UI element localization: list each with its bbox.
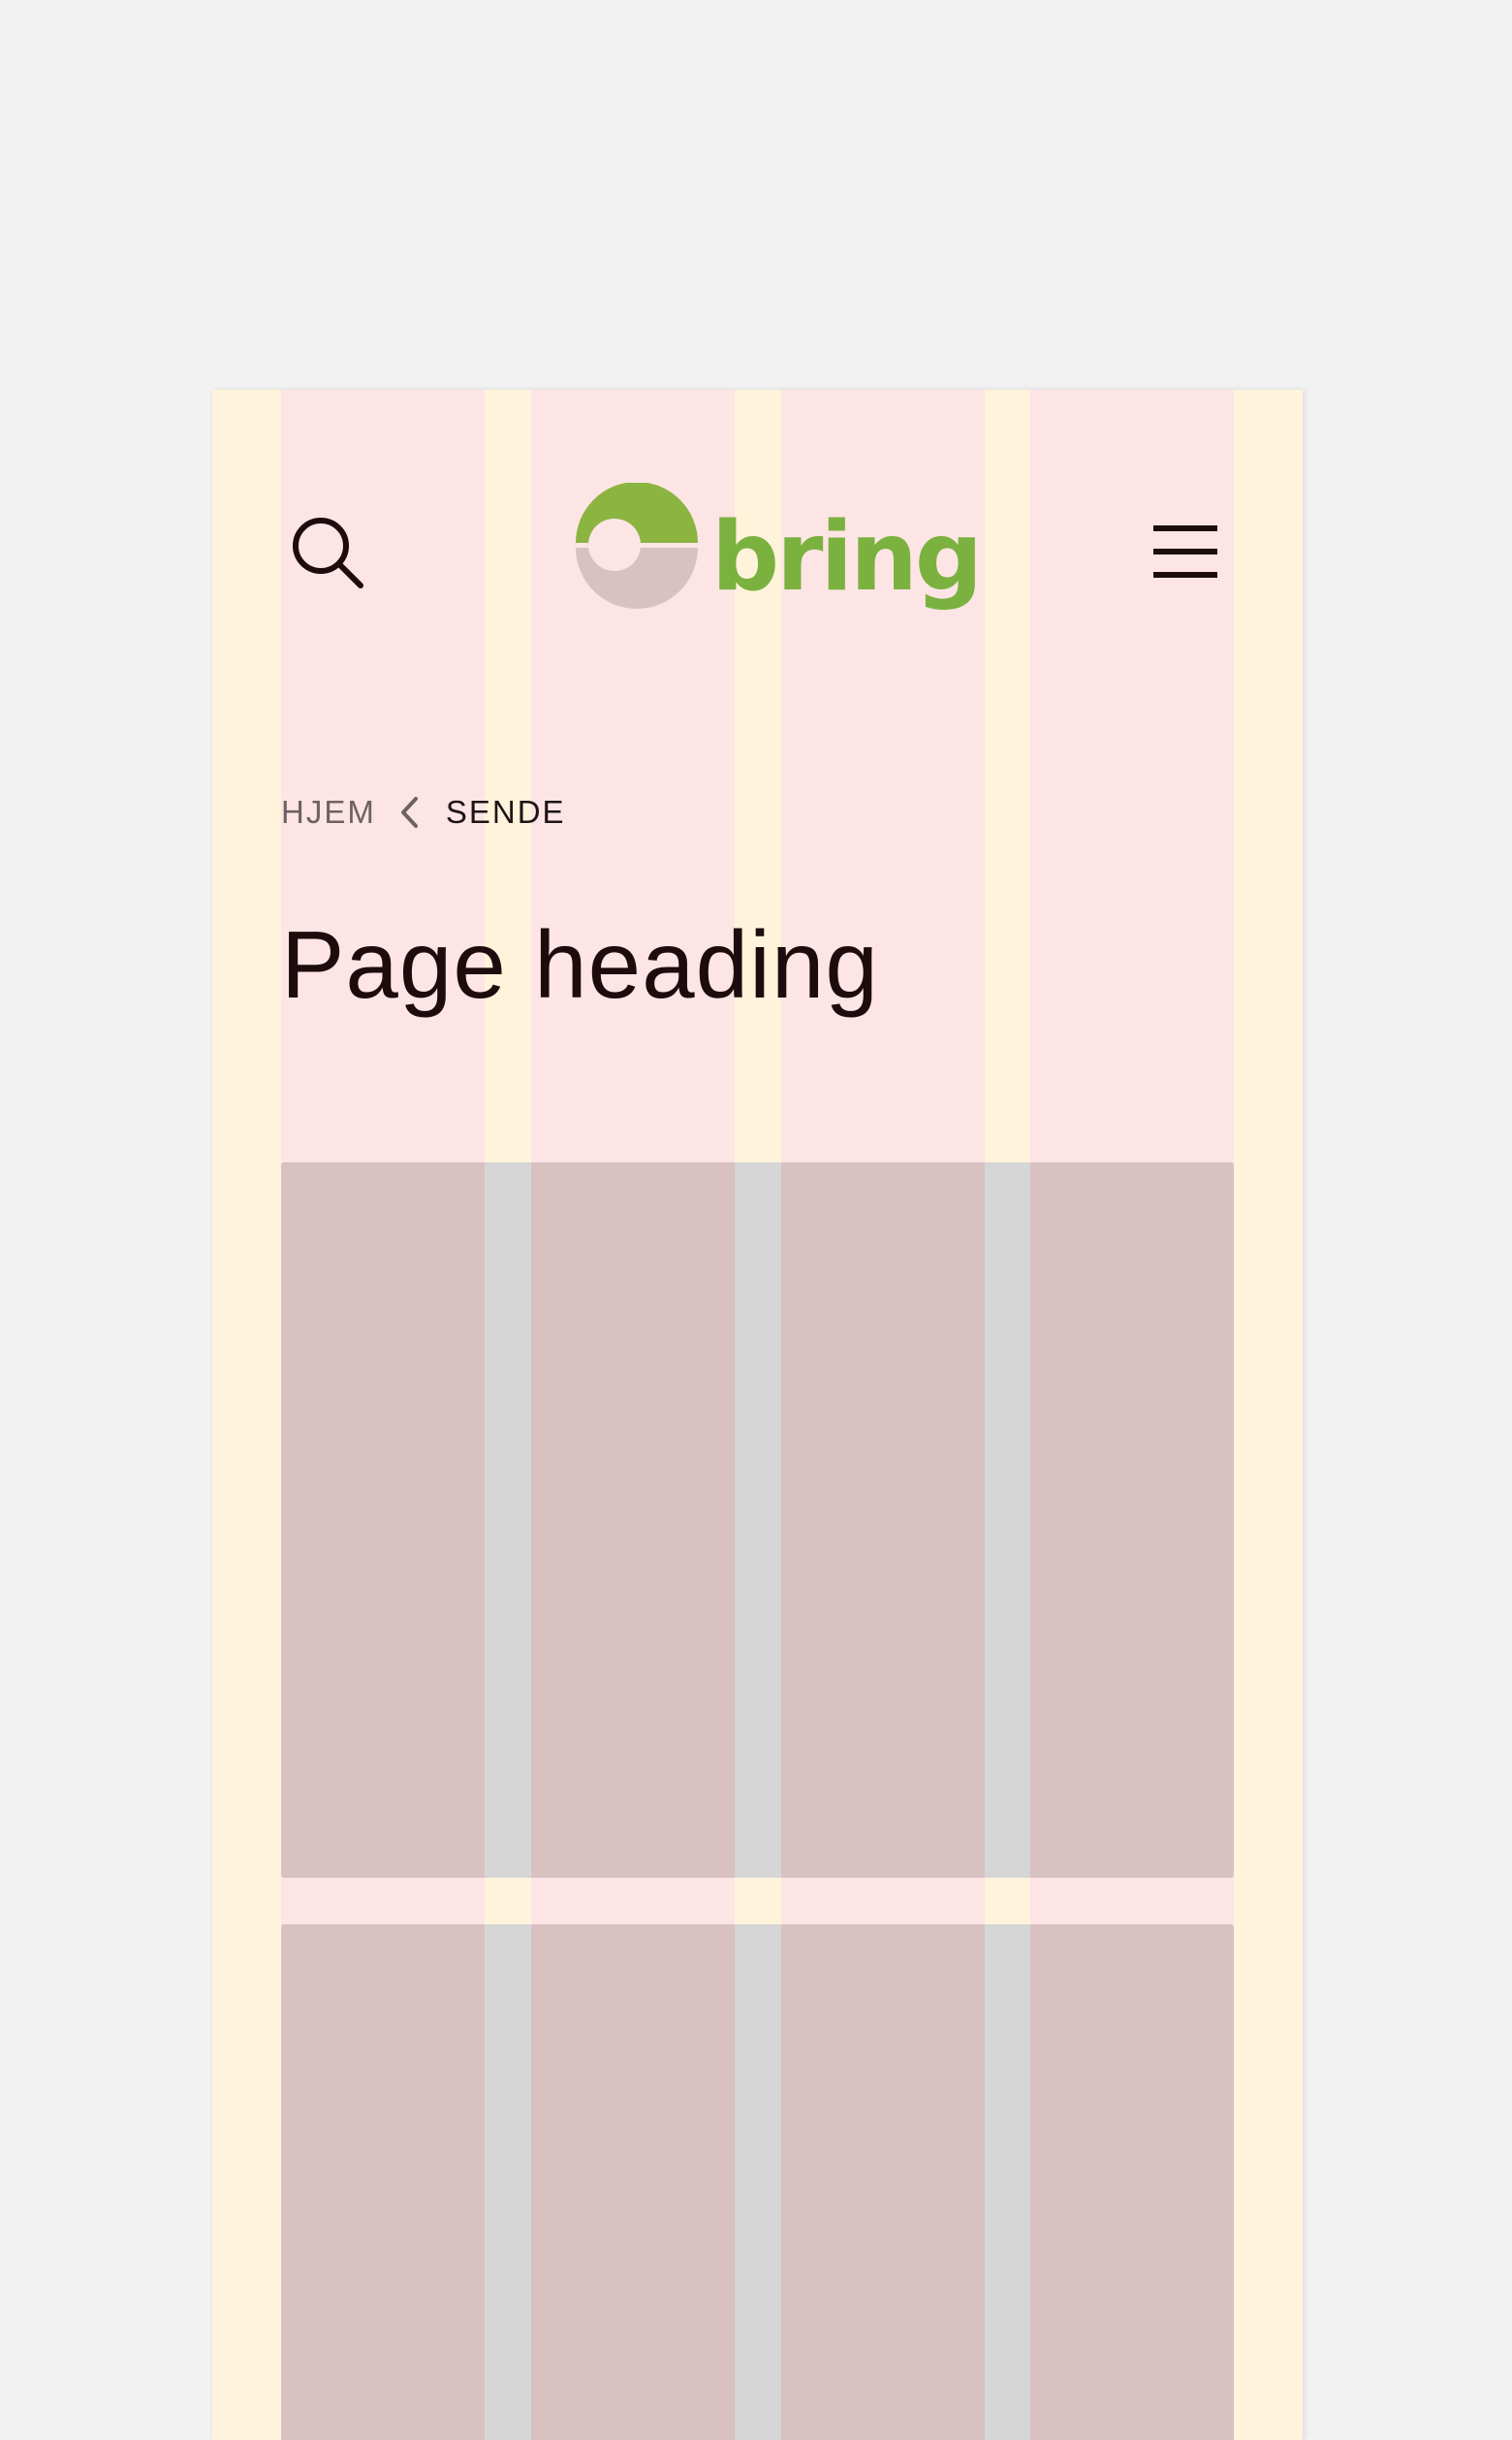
content-block-column [1030,1162,1234,1878]
content-block-column [281,1924,485,2440]
menu-button[interactable] [1153,523,1217,582]
content-block-column [281,1162,485,1878]
page-title: Page heading [281,911,879,1018]
content-block-gutter [735,1162,781,1878]
content-block-gutter [735,1924,781,2440]
content-block [281,1924,1234,2440]
content-grid: bring HJEM SENDE Page heading [281,390,1234,2440]
content-block-column [531,1924,735,2440]
bring-logo-mark [574,483,700,609]
content-block-column [1030,1924,1234,2440]
mobile-frame: bring HJEM SENDE Page heading [212,390,1303,2440]
search-icon [293,518,363,588]
search-button[interactable] [291,516,364,589]
content-block-column [781,1162,985,1878]
content-block-gutter [485,1162,531,1878]
hamburger-menu-icon [1153,525,1217,578]
content-block [281,1162,1234,1878]
breadcrumb: HJEM SENDE [281,793,566,832]
breadcrumb-current[interactable]: SENDE [446,794,566,831]
content-block-gutter [985,1924,1030,2440]
content-block-column [781,1924,985,2440]
content-block-gutter [985,1162,1030,1878]
logo-text: bring [711,502,983,613]
chevron-left-icon [399,796,425,829]
bring-logo[interactable]: bring [574,483,983,628]
breadcrumb-home-link[interactable]: HJEM [281,794,376,831]
content-block-gutter [485,1924,531,2440]
